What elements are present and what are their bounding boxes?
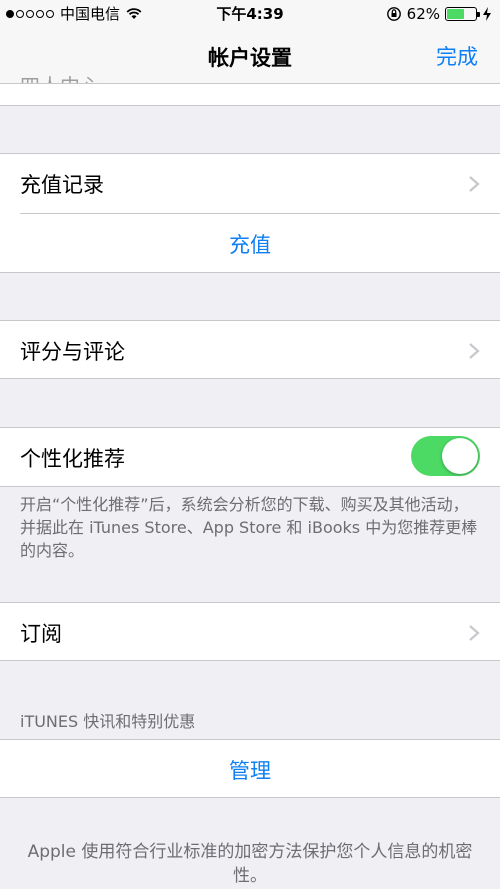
subscriptions-label: 订阅 — [20, 622, 62, 646]
charging-bolt-icon — [483, 7, 491, 21]
chevron-right-icon — [469, 176, 480, 192]
itunes-section-header: iTUNES 快讯和特别优惠 — [20, 712, 196, 731]
recharge-history-row[interactable]: 充值记录 — [0, 154, 500, 213]
recharge-button[interactable]: 充值 — [0, 229, 500, 259]
battery-percent: 62% — [406, 5, 440, 23]
chevron-right-icon — [469, 625, 480, 641]
rotation-lock-icon — [386, 7, 401, 21]
security-note: Apple 使用符合行业标准的加密方法保护您个人信息的机密性。 — [27, 842, 473, 886]
ratings-reviews-row[interactable]: 评分与评论 — [0, 320, 500, 379]
status-right: 62% — [386, 0, 492, 28]
personalized-note: 开启“个性化推荐”后，系统会分析您的下载、购买及其他活动，并据此在 iTunes… — [20, 495, 478, 560]
scrolled-row-label: 四人中心 — [20, 70, 100, 83]
personalized-recommendations-label: 个性化推荐 — [20, 447, 125, 471]
status-bar: 中国电信 下午4:39 62% — [0, 0, 500, 28]
recharge-row[interactable]: 充值 — [0, 214, 500, 273]
personalized-recommendations-toggle[interactable] — [411, 436, 480, 476]
ratings-reviews-label: 评分与评论 — [20, 340, 125, 364]
subscriptions-row[interactable]: 订阅 — [0, 602, 500, 661]
recharge-group: 充值记录 充值 — [0, 153, 500, 273]
navigation-bar: 帐户设置 完成 四人中心 — [0, 28, 500, 84]
toggle-knob — [442, 438, 478, 474]
done-button[interactable]: 完成 — [436, 41, 478, 71]
page-title: 帐户设置 — [208, 46, 292, 70]
recharge-history-label: 充值记录 — [20, 173, 104, 197]
battery-icon — [445, 7, 480, 21]
scrolled-row — [0, 84, 500, 106]
personalized-recommendations-row: 个性化推荐 — [0, 427, 500, 487]
chevron-right-icon — [469, 343, 480, 359]
manage-row[interactable]: 管理 — [0, 739, 500, 798]
manage-button[interactable]: 管理 — [0, 755, 500, 785]
